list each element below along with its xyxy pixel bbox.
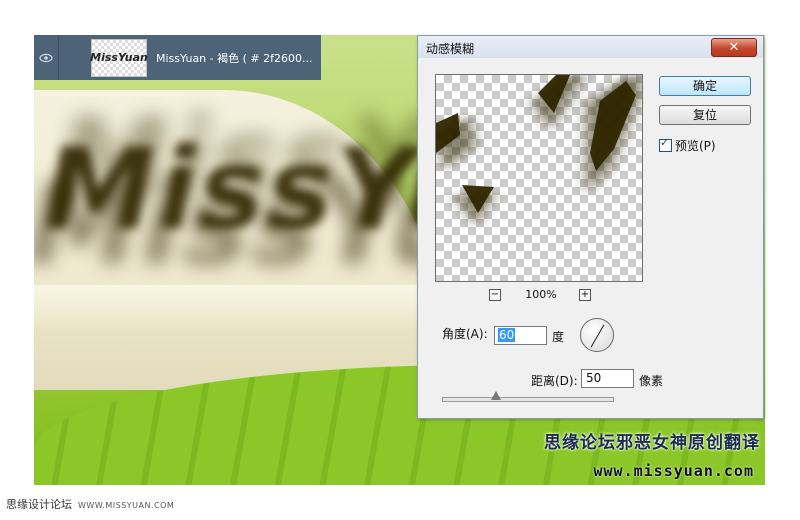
close-icon: ✕ (728, 40, 740, 55)
zoom-out-button[interactable]: − (489, 289, 501, 301)
zoom-controls: − 100% + (435, 288, 643, 302)
layer-thumbnail[interactable]: MissYuan (90, 38, 148, 77)
reset-button[interactable]: 复位 (659, 105, 751, 125)
footer-site: WWW.MISSYUAN.COM (78, 501, 175, 510)
angle-unit: 度 (552, 330, 565, 344)
layer-thumbnail-text: MissYuan (90, 51, 148, 64)
distance-slider-thumb[interactable] (491, 391, 501, 400)
angle-input[interactable]: 60 (494, 326, 547, 345)
dialog-title: 动感模糊 (426, 42, 475, 56)
motion-blur-dialog: 动感模糊 ✕ − 100% + 确定 复位 ✓ 预览(P) 角度(A): 60 … (417, 35, 764, 419)
angle-dial[interactable] (580, 318, 614, 352)
close-button[interactable]: ✕ (711, 38, 757, 57)
ok-button[interactable]: 确定 (659, 76, 751, 96)
footer-cn: 思缘设计论坛 (6, 498, 72, 511)
zoom-in-button[interactable]: + (579, 289, 591, 301)
layer-name[interactable]: MissYuan - 褐色 ( # 2f2600... (156, 50, 312, 66)
angle-label: 角度(A): (442, 327, 488, 341)
banner-chinese-text: 思缘论坛邪恶女神原创翻译 (544, 433, 760, 453)
banner-url: www.missyuan.com (593, 462, 754, 480)
distance-slider-track[interactable] (442, 397, 614, 402)
preview-label: 预览(P) (675, 139, 716, 153)
angle-dial-needle (590, 324, 605, 348)
angle-value: 60 (498, 328, 516, 342)
distance-input[interactable]: 50 (581, 369, 634, 388)
eye-icon[interactable] (34, 35, 59, 80)
filter-preview[interactable] (435, 74, 643, 282)
distance-unit: 像素 (639, 374, 664, 388)
preview-checkbox-row[interactable]: 预览(P) (659, 136, 716, 154)
distance-label: 距离(D): (531, 374, 578, 388)
canvas-light-band (34, 285, 454, 327)
layer-row[interactable]: MissYuan MissYuan - 褐色 ( # 2f2600... (34, 35, 321, 80)
dialog-titlebar[interactable]: 动感模糊 ✕ (418, 36, 763, 58)
preview-checkbox[interactable] (659, 136, 672, 152)
preview-blur-shapes (436, 75, 642, 227)
zoom-level: 100% (525, 288, 557, 301)
watermark-banner: 思缘论坛邪恶女神原创翻译 www.missyuan.com (418, 422, 764, 485)
footer-credit: 思缘设计论坛 WWW.MISSYUAN.COM (6, 496, 174, 512)
